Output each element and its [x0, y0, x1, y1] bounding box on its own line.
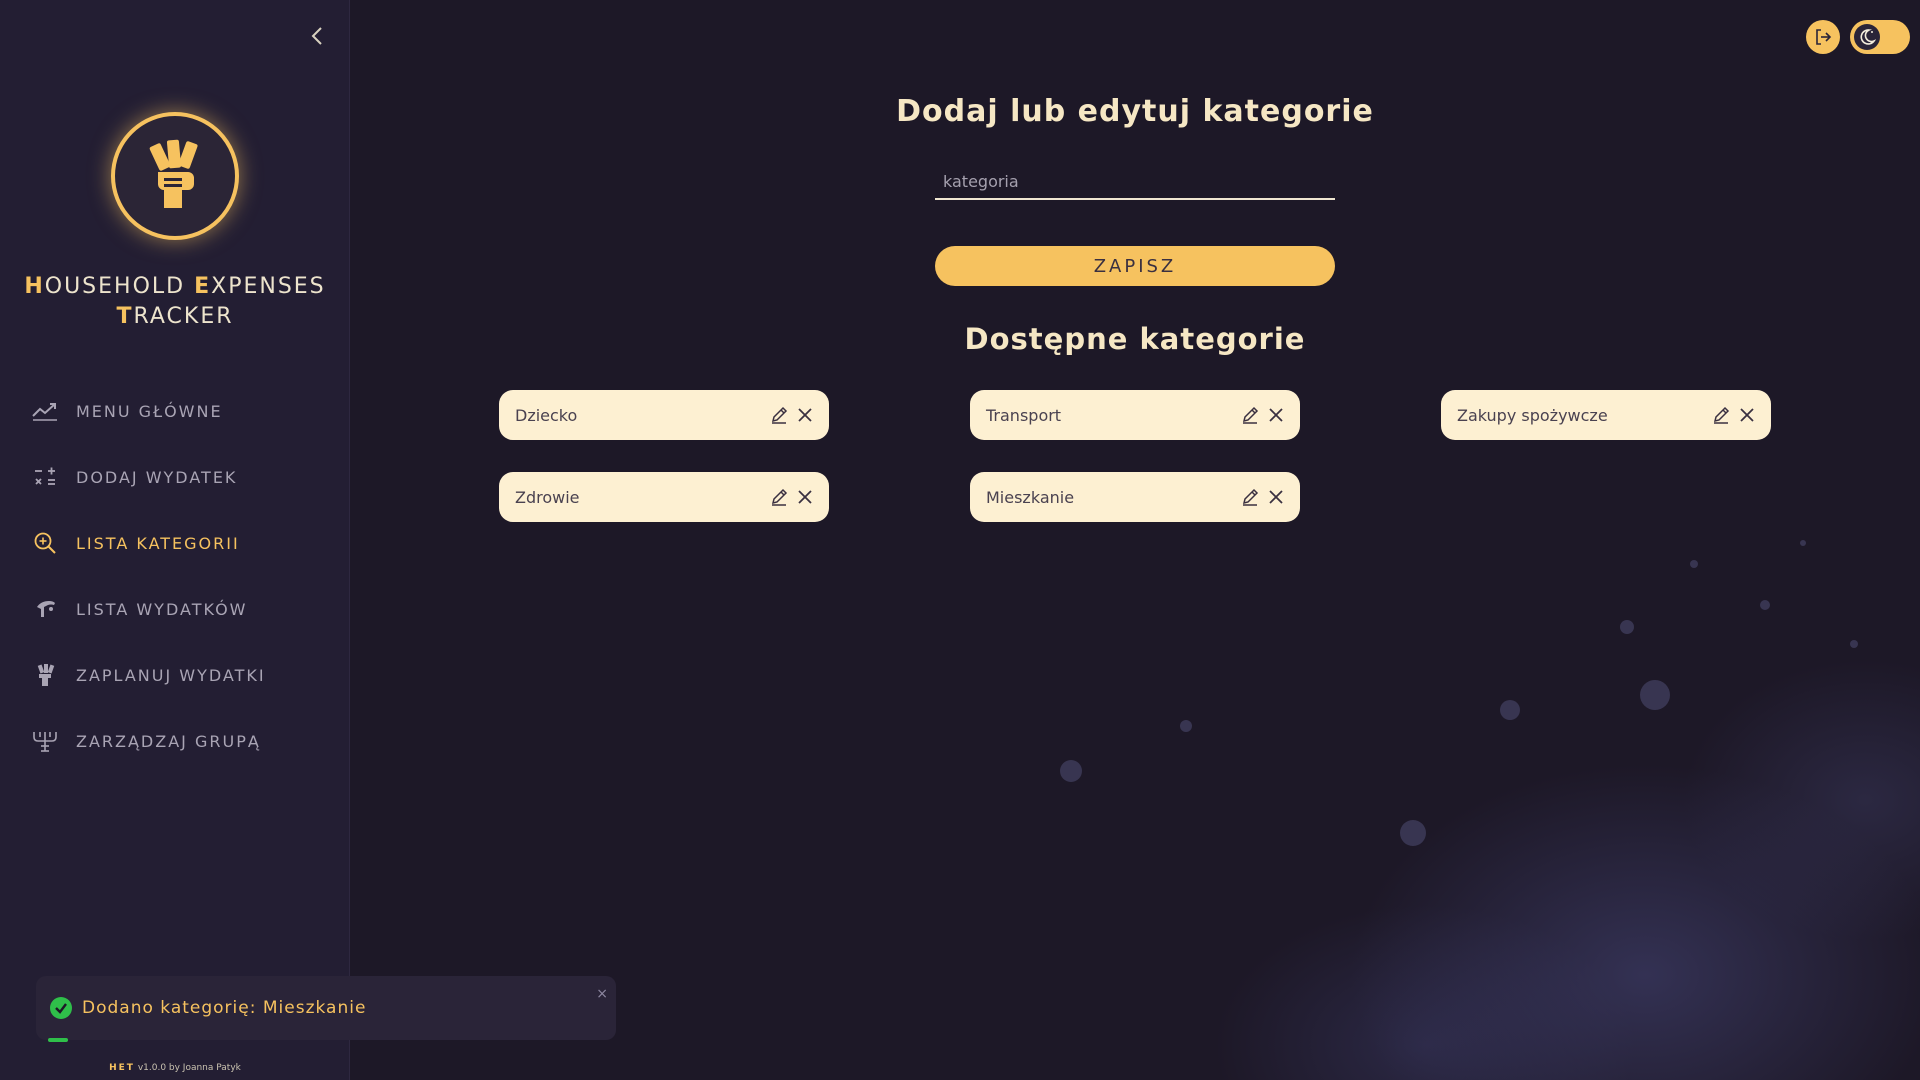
edit-pencil-icon[interactable] [1238, 403, 1262, 427]
category-name: Mieszkanie [986, 487, 1075, 507]
category-name: Zakupy spożywcze [1457, 405, 1608, 425]
delete-x-icon[interactable] [1264, 403, 1288, 427]
nav-item-lista-wydatkow[interactable]: LISTA WYDATKÓW [30, 576, 330, 642]
hand-coins-icon [30, 597, 60, 621]
collapse-sidebar-button[interactable] [305, 24, 329, 48]
delete-x-icon[interactable] [1264, 485, 1288, 509]
footer-brand: HET [109, 1063, 135, 1073]
category-chip: Mieszkanie [970, 472, 1300, 522]
delete-x-icon[interactable] [793, 485, 817, 509]
page-title: Dodaj lub edytuj kategorie [896, 94, 1374, 129]
logout-icon [1816, 29, 1832, 45]
category-input-wrapper [935, 165, 1335, 200]
category-name: Zdrowie [515, 487, 580, 507]
money-bag-icon [30, 663, 60, 687]
category-input[interactable] [935, 165, 1335, 200]
toast-progress-bar [48, 1038, 68, 1042]
money-hand-icon [149, 139, 198, 208]
footer-version: v1.0.0 by Joanna Patyk [137, 1063, 241, 1073]
nav-label: LISTA WYDATKÓW [76, 599, 248, 619]
app-logo [111, 112, 239, 240]
categories-title: Dostępne kategorie [964, 322, 1306, 356]
theme-toggle[interactable] [1850, 20, 1910, 54]
nav-label: MENU GŁÓWNE [76, 401, 223, 421]
brand-accent-letter: H [24, 274, 45, 299]
nav-item-zaplanuj-wydatki[interactable]: ZAPLANUJ WYDATKI [30, 642, 330, 708]
trend-chart-icon [30, 399, 60, 423]
category-chip: Zdrowie [499, 472, 829, 522]
nav-label: LISTA KATEGORII [76, 533, 240, 553]
edit-pencil-icon[interactable] [767, 485, 791, 509]
moon-stars-icon [1854, 24, 1880, 50]
calculator-signs-icon [30, 465, 60, 489]
nav-item-menu-glowne[interactable]: MENU GŁÓWNE [30, 378, 330, 444]
logout-button[interactable] [1806, 20, 1840, 54]
delete-x-icon[interactable] [1735, 403, 1759, 427]
nav-label: ZARZĄDZAJ GRUPĄ [76, 731, 261, 751]
category-name: Transport [986, 405, 1062, 425]
nav-item-lista-kategorii[interactable]: LISTA KATEGORII [30, 510, 330, 576]
category-chip: Dziecko [499, 390, 829, 440]
brand-accent-letter: T [116, 304, 134, 329]
category-chip: Zakupy spożywcze [1441, 390, 1771, 440]
sidebar-nav: MENU GŁÓWNE DODAJ WYDATEK LISTA KATEGORI… [30, 378, 330, 774]
edit-pencil-icon[interactable] [1709, 403, 1733, 427]
brand-line-2: TRACKER [0, 302, 350, 332]
brand-line-1: HOUSEHOLD EXPENSES [0, 272, 350, 302]
brand-accent-letter: E [194, 274, 212, 299]
nav-item-dodaj-wydatek[interactable]: DODAJ WYDATEK [30, 444, 330, 510]
brand-word: RACKER [133, 304, 234, 329]
toast-close-button[interactable]: × [596, 986, 608, 1002]
nav-item-zarzadzaj-grupa[interactable]: ZARZĄDZAJ GRUPĄ [30, 708, 330, 774]
edit-pencil-icon[interactable] [1238, 485, 1262, 509]
search-plus-icon [30, 531, 60, 555]
brand-word: XPENSES [211, 274, 326, 299]
brand-word: OUSEHOLD [44, 274, 195, 299]
toast-message: Dodano kategorię: Mieszkanie [82, 998, 367, 1018]
delete-x-icon[interactable] [793, 403, 817, 427]
edit-pencil-icon[interactable] [767, 403, 791, 427]
category-name: Dziecko [515, 405, 578, 425]
group-tree-icon [30, 729, 60, 753]
category-chip: Transport [970, 390, 1300, 440]
check-circle-icon [50, 997, 72, 1019]
app-footer: HET v1.0.0 by Joanna Patyk [0, 1063, 350, 1073]
nav-label: DODAJ WYDATEK [76, 467, 238, 487]
save-button[interactable]: ZAPISZ [935, 246, 1335, 286]
success-toast: Dodano kategorię: Mieszkanie × [36, 976, 616, 1042]
brand-name: HOUSEHOLD EXPENSES TRACKER [0, 272, 350, 332]
chevron-left-icon [311, 27, 322, 45]
nav-label: ZAPLANUJ WYDATKI [76, 665, 266, 685]
sidebar: HOUSEHOLD EXPENSES TRACKER MENU GŁÓWNE D… [0, 0, 350, 1080]
